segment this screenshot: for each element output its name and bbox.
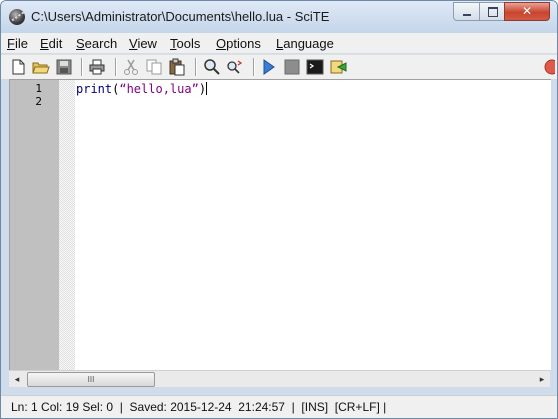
toolbar-separator	[253, 58, 255, 76]
menu-file[interactable]: File	[7, 36, 28, 51]
close-icon: ✕	[521, 4, 533, 18]
menu-options[interactable]: Options	[216, 36, 261, 51]
menu-language-label: anguage	[283, 36, 334, 51]
menu-search-label: earch	[84, 36, 118, 51]
code-text[interactable]: print(“hello,lua”)	[76, 82, 208, 96]
toolbar-separator	[81, 58, 83, 76]
menu-language[interactable]: Language	[276, 36, 334, 51]
status-bar: Ln: 1 Col: 19 Sel: 0 | Saved: 2015-12-24…	[1, 395, 557, 418]
line-number: 2	[35, 95, 42, 108]
code-paren-close: )	[198, 82, 207, 96]
scrollbar-grip: III	[87, 375, 95, 384]
find-icon[interactable]	[203, 58, 221, 76]
maximize-icon	[488, 7, 498, 17]
menu-file-label: ile	[14, 36, 28, 51]
menu-edit[interactable]: Edit	[40, 36, 62, 51]
line-number: 1	[35, 82, 42, 95]
cut-icon[interactable]	[122, 58, 140, 76]
build-icon[interactable]	[329, 58, 347, 76]
menu-view[interactable]: View	[129, 36, 157, 51]
console-icon[interactable]	[306, 58, 324, 76]
menu-tools[interactable]: Tools	[170, 36, 200, 51]
text-caret	[206, 82, 208, 95]
toolbar-separator	[115, 58, 117, 76]
print-icon[interactable]	[88, 58, 106, 76]
maximize-button[interactable]	[479, 2, 505, 21]
close-window-button[interactable]: ✕	[504, 2, 550, 21]
toolbar	[1, 54, 557, 80]
scite-app-icon[interactable]	[9, 9, 25, 25]
menu-view-label: iew	[137, 36, 157, 51]
menu-file-accelerator: F	[7, 36, 15, 51]
code-function: print	[76, 82, 113, 96]
stop-icon[interactable]	[283, 58, 301, 76]
fold-margin[interactable]	[59, 80, 75, 370]
toolbar-separator	[195, 58, 197, 76]
window-title: C:\Users\Administrator\Documents\hello.l…	[31, 9, 330, 24]
open-folder-icon[interactable]	[32, 58, 50, 76]
copy-icon[interactable]	[145, 58, 163, 76]
menu-options-accelerator: O	[216, 36, 227, 51]
scrollbar-thumb[interactable]: III	[27, 372, 155, 387]
line-number-margin: 1 2	[10, 80, 59, 370]
save-disk-icon[interactable]	[55, 58, 73, 76]
minimize-icon	[463, 14, 471, 16]
editor-pane[interactable]: 1 2 print(“hello,lua”)	[9, 79, 551, 370]
menu-edit-accelerator: E	[40, 36, 49, 51]
minimize-button[interactable]	[453, 2, 480, 21]
status-text: Ln: 1 Col: 19 Sel: 0 | Saved: 2015-12-24…	[11, 400, 387, 414]
title-bar[interactable]: C:\Users\Administrator\Documents\hello.l…	[1, 1, 557, 33]
scroll-left-arrow-icon[interactable]: ◂	[9, 371, 25, 387]
close-icon[interactable]	[541, 58, 555, 76]
menu-tools-label: ools	[176, 36, 201, 51]
menu-options-label: ptions	[226, 36, 261, 51]
new-file-icon[interactable]	[9, 58, 27, 76]
scite-window: C:\Users\Administrator\Documents\hello.l…	[0, 0, 558, 419]
replace-icon[interactable]	[226, 58, 244, 76]
horizontal-scrollbar[interactable]: ◂ III ▸	[9, 370, 550, 387]
run-icon[interactable]	[260, 58, 278, 76]
menu-edit-label: dit	[48, 36, 63, 51]
menu-search-accelerator: S	[76, 36, 85, 51]
menu-bar: File Edit Search View Tools Options Lang…	[1, 33, 557, 53]
scroll-right-arrow-icon[interactable]: ▸	[534, 371, 550, 387]
paste-icon[interactable]	[168, 58, 186, 76]
code-string: “hello,lua”	[119, 82, 199, 96]
menu-search[interactable]: Search	[76, 36, 117, 51]
